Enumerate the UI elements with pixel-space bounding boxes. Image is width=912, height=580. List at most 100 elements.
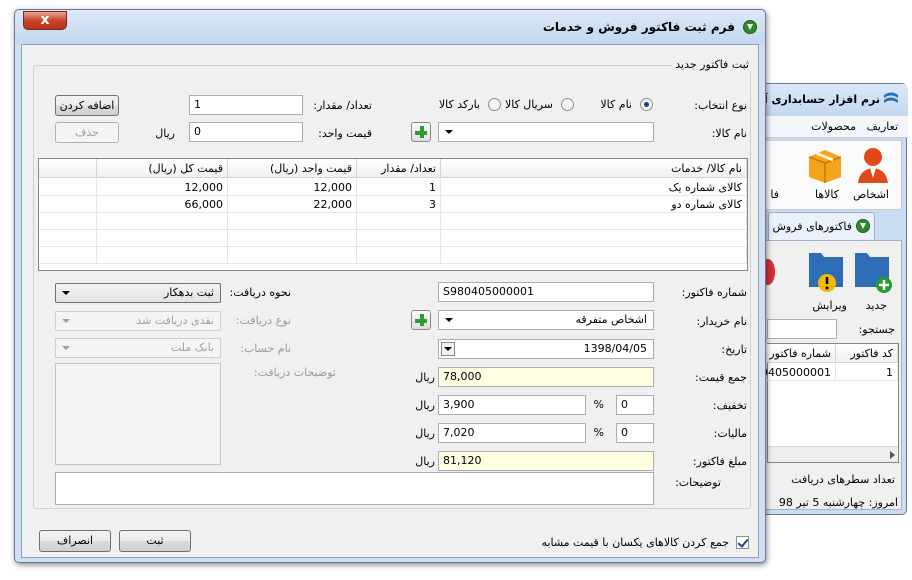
- chevron-down-icon: [444, 347, 452, 351]
- invoices-grid-header-code[interactable]: کد فاکتور: [836, 344, 898, 363]
- delete-item-button[interactable]: حذف: [55, 122, 119, 143]
- table-row-cell-unit[interactable]: 12,000: [228, 179, 357, 196]
- buyer-name-label: نام خریدار:: [696, 315, 748, 328]
- items-header-total-price[interactable]: قیمت کل (ریال): [97, 159, 228, 178]
- items-header-name[interactable]: نام کالا/ خدمات: [441, 159, 747, 178]
- radio-product-serial[interactable]: [561, 98, 574, 111]
- search-input[interactable]: [767, 319, 837, 339]
- total-price-field[interactable]: 78,000: [438, 367, 654, 387]
- dialog-client: ثبت فاکتور جدید نوع انتخاب: نام کالا سری…: [21, 44, 759, 558]
- buyer-name-combo[interactable]: اشخاص متفرقه: [438, 310, 654, 330]
- discount-percent-input[interactable]: 0: [616, 395, 654, 415]
- chevron-down-icon: [62, 291, 70, 295]
- invoices-grid: کد فاکتور شماره فاکتور 1 S980405000001: [766, 343, 899, 463]
- chevron-down-icon: [445, 318, 453, 322]
- receive-type-combo[interactable]: نقدی دریافت شد: [55, 311, 221, 331]
- invoices-grid-scrollbar[interactable]: [768, 446, 898, 462]
- items-header-qty[interactable]: تعداد/ مقدار: [357, 159, 441, 178]
- table-row-cell-blank: [39, 179, 97, 196]
- invoice-amount-field[interactable]: 81,120: [438, 451, 654, 471]
- radio-product-barcode[interactable]: [488, 98, 501, 111]
- tab-sales-invoices[interactable]: فاکتورهای فروش: [768, 212, 875, 240]
- table-row-cell-total[interactable]: 12,000: [97, 179, 228, 196]
- new-label: جدید: [865, 299, 887, 312]
- edit-icon[interactable]: [807, 247, 847, 295]
- search-label: جستجو:: [858, 323, 895, 336]
- tax-percent-sign: %: [593, 426, 604, 439]
- menu-definitions[interactable]: تعاریف: [867, 120, 898, 133]
- table-row-cell-total[interactable]: 66,000: [97, 196, 228, 213]
- table-empty-cell: [97, 213, 228, 230]
- discount-amount-input[interactable]: 3,900: [438, 395, 586, 415]
- table-empty-cell: [441, 213, 747, 230]
- table-row-cell-qty[interactable]: 1: [357, 179, 441, 196]
- date-picker[interactable]: 1398/04/05: [438, 339, 654, 359]
- table-row-cell-name[interactable]: کالای شماره یک: [441, 179, 747, 196]
- table-row-cell-unit[interactable]: 22,000: [228, 196, 357, 213]
- tax-amount-input[interactable]: 7,020: [438, 423, 586, 443]
- main-menubar: تعاریف محصولات: [758, 116, 908, 138]
- persons-icon[interactable]: [855, 145, 891, 185]
- date-dropdown-button[interactable]: [441, 342, 455, 356]
- product-name-combo[interactable]: [438, 122, 654, 142]
- invoices-grid-cell[interactable]: 1: [836, 364, 898, 381]
- invoice-amount-label: مبلغ فاکتور:: [692, 455, 747, 468]
- radio-product-serial-label: سریال کالا: [504, 98, 553, 111]
- group-title: ثبت فاکتور جدید: [672, 58, 752, 71]
- submit-button[interactable]: ثبت: [119, 530, 191, 552]
- receive-type-label: نوع دریافت:: [235, 314, 291, 327]
- table-empty-cell: [97, 230, 228, 247]
- invoices-grid-cell[interactable]: S980405000001: [766, 364, 836, 381]
- tab-download-icon: [856, 219, 870, 233]
- table-empty-cell: [441, 230, 747, 247]
- account-name-combo[interactable]: بانک ملت: [55, 338, 221, 358]
- date-label: تاریخ:: [721, 343, 747, 356]
- add-product-plus-icon[interactable]: [411, 122, 431, 142]
- merge-items-label: جمع کردن کالاهای یکسان با قیمت مشابه: [541, 536, 729, 549]
- unit-price-currency: ریال: [155, 127, 175, 140]
- account-name-label: نام حساب:: [240, 342, 291, 355]
- receive-notes-textarea[interactable]: [55, 363, 221, 465]
- persons-label: اشخاص: [852, 188, 889, 201]
- table-empty-cell: [357, 247, 441, 264]
- new-icon[interactable]: [853, 247, 893, 295]
- radio-product-name-label: نام کالا: [600, 98, 632, 111]
- main-window: نرم افزار حسابداری آسان تعاریف محصولات ا…: [740, 83, 908, 515]
- scroll-right-icon[interactable]: [890, 451, 895, 459]
- notes-textarea[interactable]: [55, 472, 654, 505]
- receive-method-value: ثبت بدهکار: [163, 286, 214, 299]
- receive-notes-label: توضیحات دریافت:: [253, 366, 336, 379]
- goods-label: کالاها: [814, 188, 839, 201]
- goods-icon[interactable]: [805, 145, 845, 185]
- radio-product-name[interactable]: [640, 98, 653, 111]
- close-button[interactable]: x: [23, 11, 67, 30]
- table-row-cell-qty[interactable]: 3: [357, 196, 441, 213]
- unit-price-label: قیمت واحد:: [318, 127, 372, 140]
- cancel-button[interactable]: انصراف: [39, 530, 111, 552]
- product-name-label: نام کالا:: [711, 127, 747, 140]
- receive-method-combo[interactable]: ثبت بدهکار: [55, 283, 221, 303]
- invoice-amount-currency: ریال: [415, 455, 435, 468]
- invoice-number-label: شماره فاکتور:: [681, 286, 747, 299]
- dialog-title: فرم ثبت فاکتور فروش و خدمات: [542, 20, 735, 34]
- table-empty-cell: [228, 230, 357, 247]
- items-header-unit-price[interactable]: قیمت واحد (ریال): [228, 159, 357, 178]
- add-buyer-plus-icon[interactable]: [411, 310, 431, 330]
- tax-percent-input[interactable]: 0: [616, 423, 654, 443]
- add-item-button[interactable]: اضافه کردن: [55, 95, 119, 116]
- invoices-grid-header-number[interactable]: شماره فاکتور: [766, 344, 836, 363]
- menu-products[interactable]: محصولات: [811, 120, 856, 133]
- tax-label: مالیات:: [713, 427, 747, 440]
- select-type-label: نوع انتخاب:: [694, 99, 747, 112]
- table-empty-cell: [39, 230, 97, 247]
- items-grid: نام کالا/ خدمات تعداد/ مقدار قیمت واحد (…: [38, 158, 748, 271]
- invoice-number-input[interactable]: S980405000001: [438, 282, 654, 302]
- invoice-dialog: فرم ثبت فاکتور فروش و خدمات x ثبت فاکتور…: [14, 9, 766, 563]
- chevron-down-icon: [445, 130, 453, 134]
- quantity-input[interactable]: 1: [189, 95, 303, 115]
- merge-items-checkbox[interactable]: [736, 536, 749, 549]
- table-row-cell-name[interactable]: کالای شماره دو: [441, 196, 747, 213]
- main-ribbon: اشخاص کالاها فا: [764, 140, 902, 210]
- quantity-label: تعداد/ مقدار:: [313, 99, 372, 112]
- unit-price-input[interactable]: 0: [189, 122, 303, 142]
